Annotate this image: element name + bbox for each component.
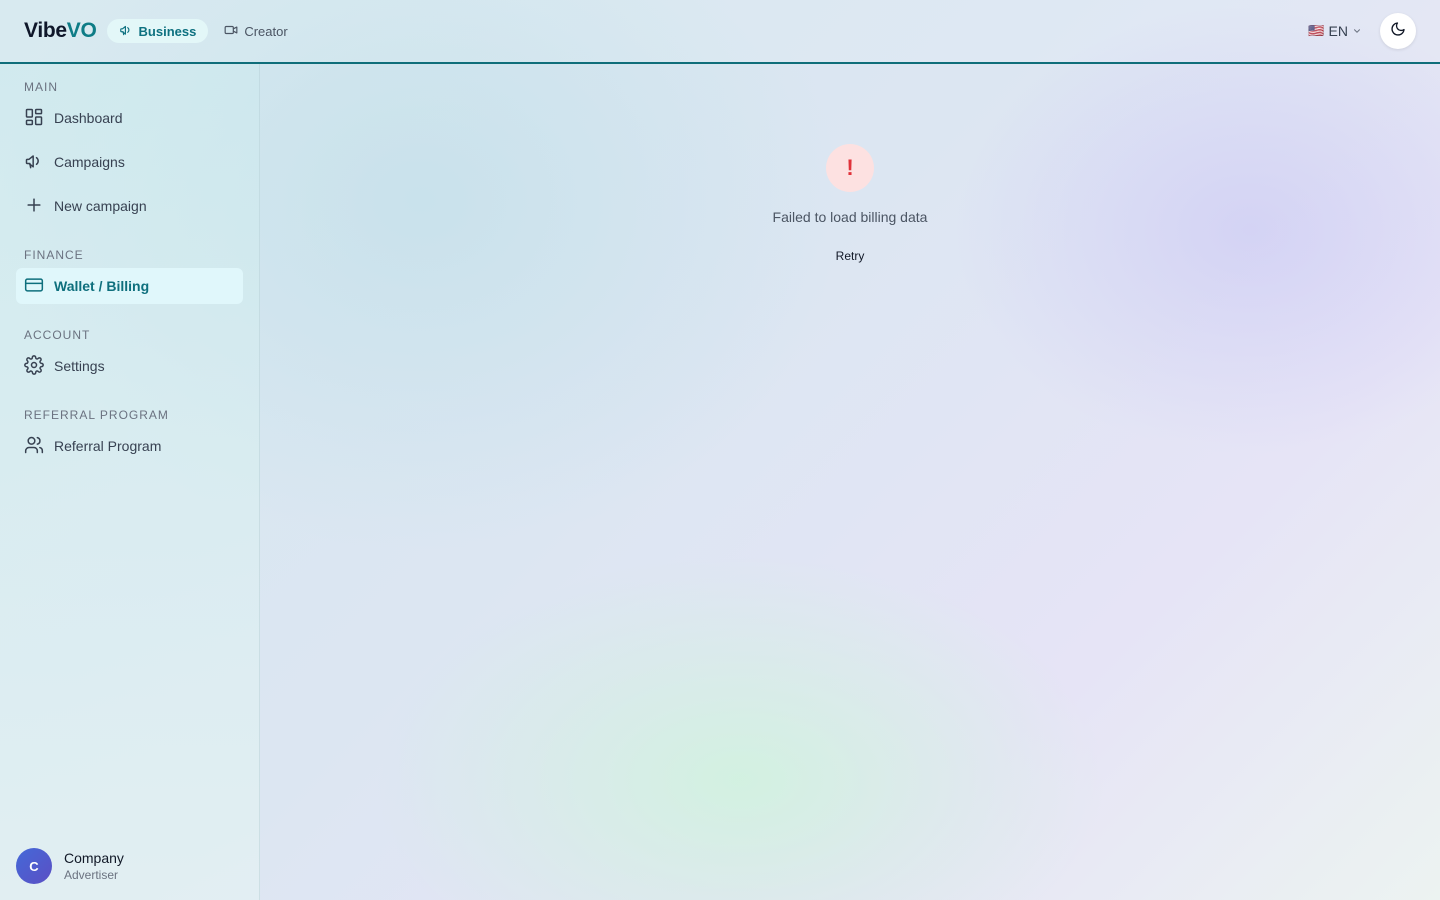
logo-text-vibe: Vibe	[24, 19, 67, 42]
mode-tab-business[interactable]: Business	[106, 19, 209, 43]
top-header: Vibe VO Business Creator 🇺🇸 EN	[0, 0, 1440, 64]
section-label-account: ACCOUNT	[24, 328, 91, 342]
sidebar-item-label: Settings	[54, 358, 105, 374]
megaphone-icon	[119, 23, 133, 40]
us-flag-icon: 🇺🇸	[1308, 23, 1325, 38]
section-label-main: MAIN	[24, 80, 58, 94]
logo-text-vo: VO	[66, 19, 97, 42]
section-label-finance: FINANCE	[24, 248, 84, 262]
user-role: Advertiser	[64, 868, 119, 882]
language-selector[interactable]: 🇺🇸 EN	[1308, 23, 1362, 39]
theme-toggle-button[interactable]	[1380, 13, 1416, 49]
sidebar-item-new-campaign[interactable]: New campaign	[16, 188, 243, 224]
sidebar-item-label: Dashboard	[54, 110, 123, 126]
mode-tab-creator[interactable]: Creator	[212, 19, 299, 43]
video-icon	[224, 23, 238, 40]
mode-switcher: Business Creator	[106, 19, 300, 43]
sidebar-item-referral-program[interactable]: Referral Program	[16, 428, 243, 464]
sidebar-item-wallet-billing[interactable]: Wallet / Billing	[16, 268, 243, 304]
section-label-referral: REFERRAL PROGRAM	[24, 408, 169, 422]
gear-icon	[24, 354, 44, 378]
retry-button[interactable]: Retry	[810, 245, 890, 267]
megaphone-icon	[24, 151, 44, 174]
header-actions: 🇺🇸 EN	[1308, 13, 1416, 49]
user-profile[interactable]: C Company Advertiser	[16, 848, 124, 884]
sidebar-item-label: Referral Program	[54, 438, 162, 454]
avatar: C	[16, 848, 52, 884]
error-message: Failed to load billing data	[772, 209, 928, 225]
moon-icon	[1390, 21, 1406, 42]
app-logo[interactable]: Vibe VO	[24, 19, 97, 43]
sidebar-item-settings[interactable]: Settings	[16, 348, 243, 384]
sidebar-item-campaigns[interactable]: Campaigns	[16, 144, 243, 180]
plus-icon	[24, 195, 44, 218]
sidebar-item-label: New campaign	[54, 198, 147, 214]
chevron-down-icon	[1352, 23, 1362, 39]
sidebar-item-label: Campaigns	[54, 154, 125, 170]
users-icon	[24, 435, 44, 458]
sidebar: MAIN Dashboard Campaigns New campaign FI…	[0, 64, 260, 900]
credit-card-icon	[24, 275, 44, 298]
user-info: Company Advertiser	[64, 850, 124, 882]
grid-icon	[24, 107, 44, 130]
user-name: Company	[64, 850, 124, 866]
sidebar-item-label: Wallet / Billing	[54, 278, 150, 294]
language-code: EN	[1328, 23, 1348, 39]
error-alert-icon: !	[826, 144, 874, 192]
mode-tab-label: Business	[138, 23, 197, 39]
mode-tab-label: Creator	[244, 23, 288, 39]
sidebar-item-dashboard[interactable]: Dashboard	[16, 100, 243, 136]
